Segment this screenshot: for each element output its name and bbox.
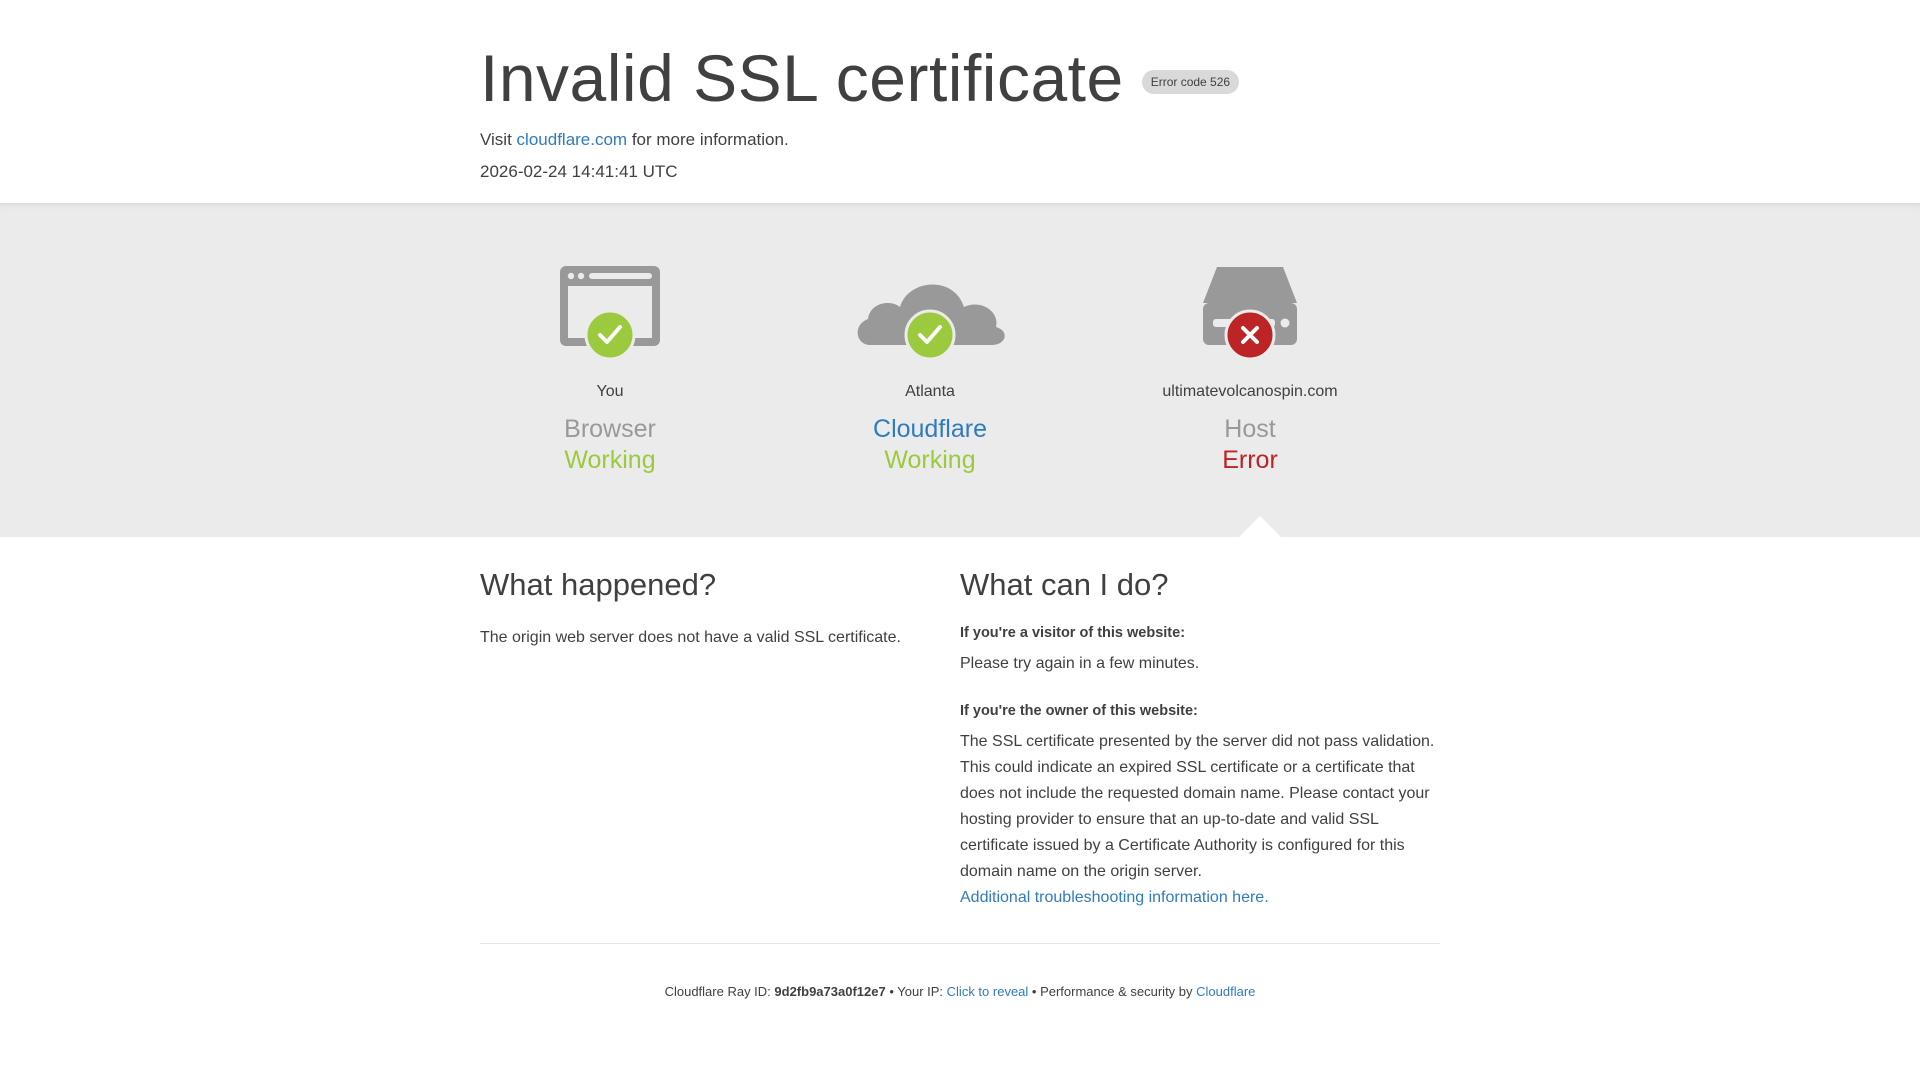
visit-prefix: Visit [480,130,517,149]
content: What happened? The origin web server doe… [0,537,1920,911]
node-location: You [596,383,624,400]
visit-line: Visit cloudflare.com for more informatio… [480,130,1440,150]
node-location: ultimatevolcanospin.com [1162,383,1338,400]
footer: Cloudflare Ray ID: 9d2fb9a73a0f12e7 • Yo… [480,943,1440,999]
ray-id: 9d2fb9a73a0f12e7 [774,984,886,999]
what-happened-text: The origin web server does not have a va… [480,629,901,646]
troubleshooting-link[interactable]: Additional troubleshooting information h… [960,889,1269,906]
ip-label: Your IP: [897,984,947,999]
visit-suffix: for more information. [627,130,789,149]
browser-icon [555,263,665,368]
error-code-badge: Error code 526 [1141,70,1240,94]
title-row: Invalid SSL certificate Error code 526 [480,38,1440,118]
visitor-text: Please try again in a few minutes. [960,655,1200,672]
page-title: Invalid SSL certificate [480,41,1124,115]
cloudflare-link[interactable]: cloudflare.com [517,130,628,149]
what-happened-heading: What happened? [480,567,717,602]
node-location: Atlanta [905,383,955,400]
owner-label: If you're the owner of this website: [960,703,1198,719]
timestamp: 2026-02-24 14:41:41 UTC [480,162,678,181]
node-name: Browser [564,415,656,443]
owner-text: The SSL certificate presented by the ser… [960,733,1435,880]
error-pointer [1238,516,1282,538]
perf-label: Performance & security by [1040,984,1197,999]
server-icon [1195,263,1305,368]
what-can-i-do-heading: What can I do? [960,567,1169,602]
visitor-label: If you're a visitor of this website: [960,625,1186,641]
reveal-ip-button[interactable]: Click to reveal [947,984,1029,999]
status-band: You Browser Working Atlanta Cloudflare W… [0,203,1920,538]
footer-separator: • [885,984,898,999]
ray-label: Cloudflare Ray ID: [664,984,775,999]
node-status: Working [884,446,976,474]
cloud-icon [850,263,1010,368]
what-happened-section: What happened? The origin web server doe… [480,567,960,911]
cloudflare-node-link[interactable]: Cloudflare [780,415,1080,444]
what-can-i-do-section: What can I do? If you're a visitor of th… [960,567,1440,911]
footer-cloudflare-link[interactable]: Cloudflare [1196,984,1255,999]
node-status: Working [564,446,656,474]
node-status: Error [1222,446,1278,474]
node-name: Host [1224,415,1276,443]
footer-separator: • [1028,984,1041,999]
header: Invalid SSL certificate Error code 526 V… [0,0,1920,203]
